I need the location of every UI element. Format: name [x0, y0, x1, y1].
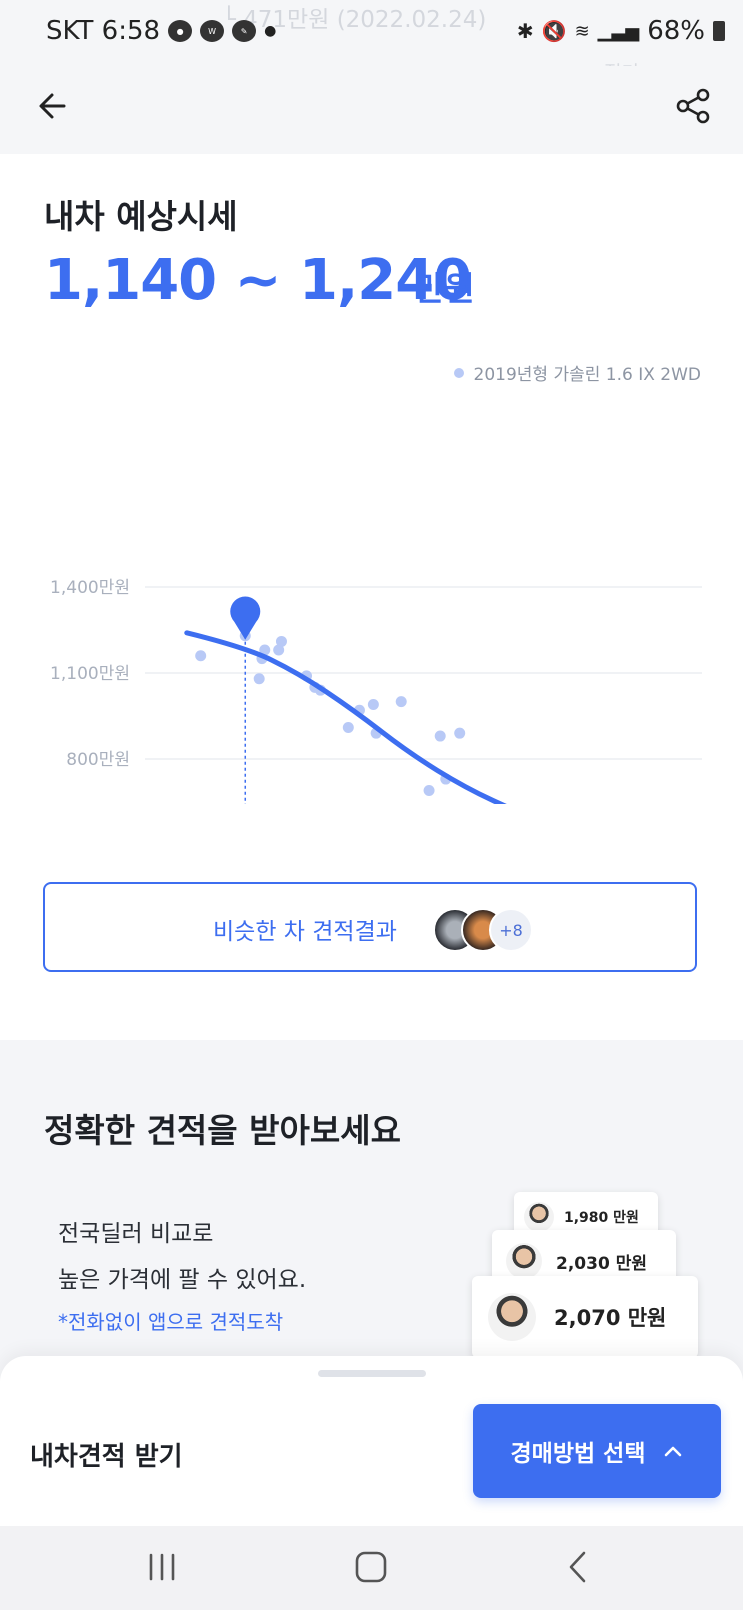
quote-note: *전화없이 앱으로 견적도착	[58, 1310, 284, 1334]
app-bar	[0, 66, 743, 154]
quote-amount: 2,070 만원	[554, 1306, 667, 1330]
chart-legend: 2019년형 가솔린 1.6 IX 2WD	[453, 360, 702, 385]
signal-icon: ▁▃▅	[597, 20, 640, 42]
data-point	[454, 727, 466, 739]
trend-line	[184, 630, 507, 804]
nav-back-icon[interactable]	[566, 1550, 588, 1584]
carrier-time: SKT 6:58	[46, 16, 161, 46]
wifi-icon: ≋	[574, 20, 590, 42]
dealer-avatar	[488, 1293, 536, 1341]
data-point	[195, 650, 207, 662]
system-nav-bar	[0, 1526, 743, 1610]
y-tick-label: 1,100만원	[50, 664, 130, 684]
pen-icon: ✎	[232, 20, 257, 42]
wear-icon: W	[200, 20, 225, 42]
y-tick-label: 800만원	[66, 750, 130, 770]
bottom-sheet: 내차견적 받기 경매방법 선택	[0, 1356, 743, 1526]
dealer-avatar	[524, 1202, 554, 1232]
chevron-up-icon	[665, 1446, 682, 1457]
similar-cars-label: 비슷한 차 견적결과	[213, 919, 397, 945]
home-icon[interactable]	[354, 1550, 388, 1584]
price-card: 내차 예상시세 1,140 ~ 1,240 만원 2019년형 가솔린 1.6 …	[0, 154, 743, 1040]
quote-heading: 정확한 견적을 받아보세요	[44, 1111, 401, 1150]
legend-label: 2019년형 가솔린 1.6 IX 2WD	[473, 365, 702, 385]
data-point	[434, 730, 446, 742]
status-bar: └ 471만원 (2022.02.24) 접기 SKT 6:58 ● W ✎ ●…	[0, 0, 743, 84]
battery-level: 68%	[647, 16, 705, 46]
message-icon: ●	[168, 20, 193, 42]
recent-apps-icon[interactable]	[146, 1552, 178, 1582]
auction-method-label: 경매방법 선택	[510, 1441, 646, 1467]
bluetooth-icon: ✱	[516, 19, 534, 43]
dot-icon: ●	[264, 23, 277, 39]
dealer-avatar	[506, 1243, 542, 1279]
location-marker-icon	[230, 596, 261, 640]
quote-line-2: 높은 가격에 팔 수 있어요.	[58, 1267, 307, 1293]
price-chart: 1,400만원1,100만원800만원500만원0만원05만km10만km15만…	[50, 578, 702, 804]
mute-icon: 🔇	[541, 19, 567, 43]
more-count-badge: +8	[489, 908, 533, 952]
sheet-handle[interactable]	[318, 1370, 426, 1377]
quote-amount: 2,030 만원	[556, 1253, 647, 1274]
data-point	[342, 721, 354, 733]
page-title: 내차 예상시세	[44, 197, 238, 236]
back-arrow-icon[interactable]	[34, 86, 74, 126]
price-unit: 만원	[414, 269, 475, 308]
data-point	[367, 699, 379, 711]
data-point	[423, 785, 435, 797]
status-left: SKT 6:58 ● W ✎ ●	[46, 16, 276, 46]
status-right: ✱ 🔇 ≋ ▁▃▅ 68%	[517, 16, 725, 46]
quote-card: 2,070 만원	[472, 1276, 698, 1358]
data-point	[253, 673, 265, 685]
auction-method-button[interactable]: 경매방법 선택	[473, 1404, 721, 1498]
quote-amount: 1,980 만원	[564, 1210, 639, 1226]
data-point	[275, 635, 287, 647]
quote-line-1: 전국딜러 비교로	[58, 1221, 214, 1247]
y-tick-label: 1,400만원	[50, 578, 130, 598]
share-icon[interactable]	[673, 86, 713, 126]
similar-cars-button[interactable]: 비슷한 차 견적결과 +8	[43, 882, 697, 972]
legend-dot-icon	[453, 367, 464, 378]
quote-section: 정확한 견적을 받아보세요 전국딜러 비교로 높은 가격에 팔 수 있어요. *…	[0, 1040, 743, 1370]
price-range: 1,140 ~ 1,240	[44, 248, 472, 313]
sheet-title: 내차견적 받기	[30, 1442, 183, 1472]
data-point	[395, 696, 407, 708]
battery-icon	[713, 21, 725, 41]
